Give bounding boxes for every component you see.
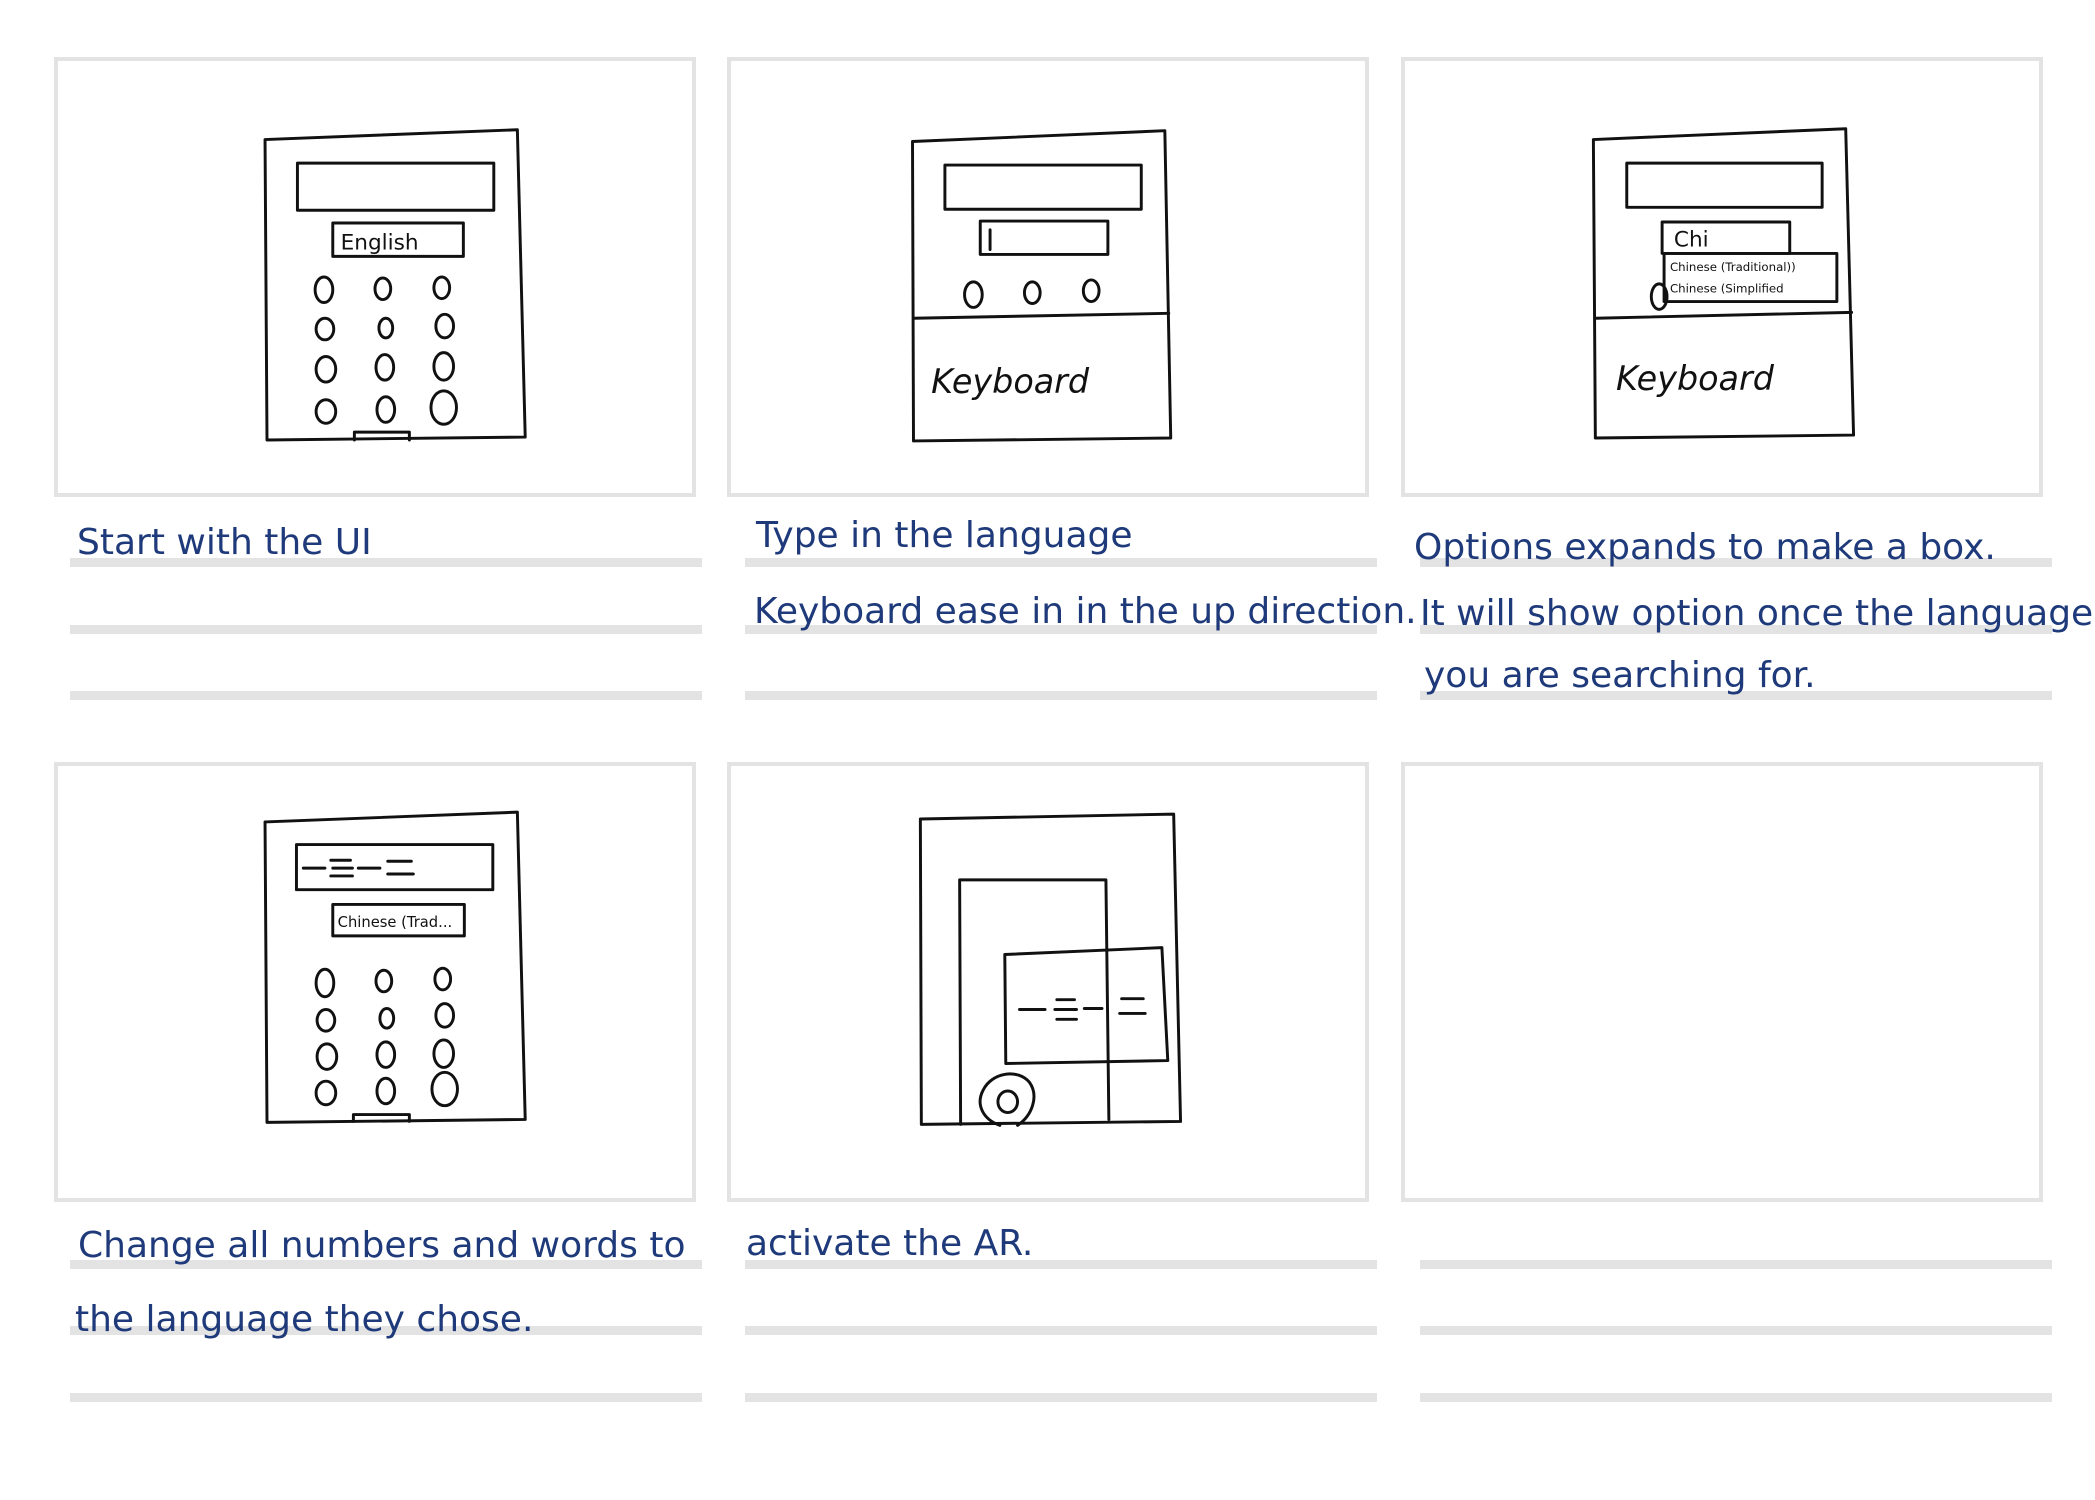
sketch-language-options: Chi Chinese (Traditional)) Chinese (Simp… (1591, 127, 1856, 440)
storyboard-frame-1: English (54, 57, 696, 497)
caption-text: Start with the UI (77, 522, 372, 563)
caption-text: the language they chose. (75, 1299, 534, 1340)
caption-text: activate the AR. (746, 1223, 1034, 1264)
sketch-typing-language: Keyboard (911, 129, 1173, 443)
language-label: English (341, 231, 419, 256)
storyboard-frame-6 (1401, 762, 2043, 1202)
caption-line (1420, 1326, 2052, 1335)
caption-text: Type in the language (756, 515, 1133, 556)
keyboard-label: Keyboard (931, 362, 1090, 401)
storyboard-frame-5 (727, 762, 1369, 1202)
sketch-calculator-english: English (263, 128, 527, 442)
language-label: Chinese (Trad... (338, 914, 453, 931)
caption-text: It will show option once the language (1420, 593, 2094, 634)
caption-line (70, 625, 702, 634)
caption-text: Change all numbers and words to (78, 1225, 686, 1266)
caption-line (70, 691, 702, 700)
caption-line (745, 558, 1377, 567)
caption-line (745, 1326, 1377, 1335)
caption-text: you are searching for. (1424, 655, 1816, 696)
option-traditional: Chinese (Traditional)) (1670, 260, 1796, 274)
caption-text: Options expands to make a box. (1414, 527, 1996, 568)
caption-text: Keyboard ease in in the up direction. (754, 591, 1417, 632)
storyboard-frame-4: Chinese (Trad... (54, 762, 696, 1202)
caption-line (1420, 1260, 2052, 1269)
sketch-calculator-chinese: Chinese (Trad... (263, 810, 527, 1124)
caption-line (745, 691, 1377, 700)
storyboard-frame-2: Keyboard (727, 57, 1369, 497)
search-input-text: Chi (1674, 228, 1709, 253)
caption-line (1420, 1393, 2052, 1402)
caption-line (70, 1393, 702, 1402)
caption-line (745, 1393, 1377, 1402)
sketch-ar-view (918, 812, 1183, 1127)
storyboard-frame-3: Chi Chinese (Traditional)) Chinese (Simp… (1401, 57, 2043, 497)
keyboard-label: Keyboard (1616, 359, 1775, 398)
option-simplified: Chinese (Simplified (1670, 282, 1784, 296)
